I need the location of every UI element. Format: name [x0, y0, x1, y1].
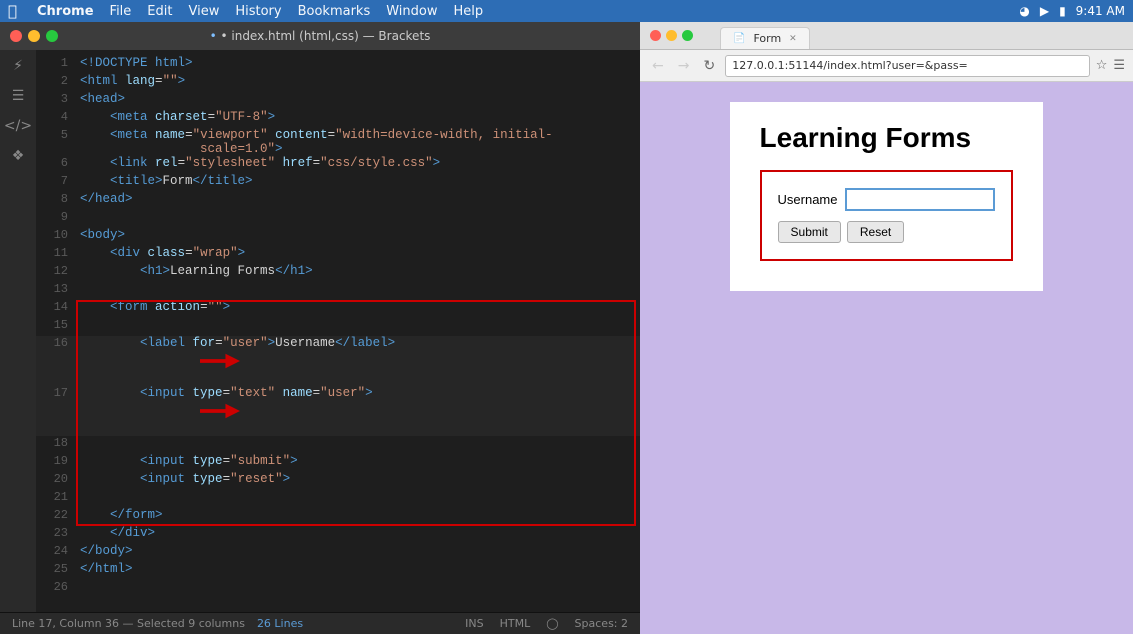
- code-line-18: 18: [36, 436, 640, 454]
- apple-logo-icon: : [8, 2, 17, 20]
- close-button[interactable]: [10, 30, 22, 42]
- menu-edit[interactable]: Edit: [147, 4, 172, 19]
- code-line-1: 1 <!DOCTYPE html>: [36, 56, 640, 74]
- menu-help[interactable]: Help: [454, 4, 484, 19]
- code-icon[interactable]: </>: [4, 118, 32, 134]
- code-line-2: 2 <html lang="">: [36, 74, 640, 92]
- editor-sidebar: ⚡ ☰ </> ❖: [0, 50, 36, 612]
- volume-icon: ▶: [1040, 4, 1049, 18]
- form-preview-box: Username Submit Reset: [760, 170, 1014, 261]
- arrow-line16-icon: [200, 350, 240, 372]
- code-line-25: 25 </html>: [36, 562, 640, 580]
- battery-icon: ▮: [1059, 4, 1066, 18]
- code-line-24: 24 </body>: [36, 544, 640, 562]
- menu-icon[interactable]: ☰: [1113, 58, 1125, 73]
- red-box-region: 14 <form action=""> 15 16 <label for="u: [36, 300, 640, 526]
- status-right: INS HTML ◯ Spaces: 2: [465, 617, 628, 630]
- code-line-4: 4 <meta charset="UTF-8">: [36, 110, 640, 128]
- fullscreen-button[interactable]: [46, 30, 58, 42]
- editor-traffic-lights: [10, 30, 58, 42]
- browser-fullscreen-button[interactable]: [682, 30, 693, 41]
- tab-close-button[interactable]: ✕: [789, 34, 797, 44]
- menu-bar-right-icons: ◕ ▶ ▮ 9:41 AM: [1019, 4, 1125, 18]
- code-line-9: 9: [36, 210, 640, 228]
- reset-button[interactable]: Reset: [847, 221, 904, 243]
- status-bar: Line 17, Column 36 — Selected 9 columns …: [0, 612, 640, 634]
- reload-button[interactable]: ↻: [699, 56, 719, 76]
- code-area[interactable]: 1 <!DOCTYPE html> 2 <html lang=""> 3 <he…: [36, 50, 640, 612]
- code-line-12: 12 <h1>Learning Forms</h1>: [36, 264, 640, 282]
- form-buttons: Submit Reset: [778, 221, 996, 243]
- code-line-26: 26: [36, 580, 640, 598]
- code-line-7: 7 <title>Form</title>: [36, 174, 640, 192]
- code-line-22: 22 </form>: [36, 508, 640, 526]
- browser-minimize-button[interactable]: [666, 30, 677, 41]
- code-line-5: 5 <meta name="viewport" content="width=d…: [36, 128, 640, 156]
- back-button[interactable]: ←: [648, 56, 668, 76]
- username-label: Username: [778, 192, 838, 207]
- code-line-11: 11 <div class="wrap">: [36, 246, 640, 264]
- browser-tab-form[interactable]: 📄 Form ✕: [720, 27, 810, 49]
- cursor-position: Line 17, Column 36 — Selected 9 columns: [12, 617, 245, 630]
- code-line-19: 19 <input type="submit">: [36, 454, 640, 472]
- editor-file-title: • • index.html (html,css) — Brackets: [210, 29, 431, 43]
- layers-icon[interactable]: ☰: [12, 88, 25, 104]
- line-count: 26 Lines: [257, 617, 303, 630]
- browser-content: Learning Forms Username Submit Reset: [640, 82, 1133, 634]
- editor-body: ⚡ ☰ </> ❖ 1 <!DOCTYPE html> 2 <html lang…: [0, 50, 640, 612]
- code-editor[interactable]: 1 <!DOCTYPE html> 2 <html lang=""> 3 <he…: [36, 50, 640, 604]
- browser-traffic-lights: [650, 30, 693, 41]
- lightning-icon[interactable]: ⚡: [13, 58, 23, 74]
- browser-navbar: ← → ↻ 127.0.0.1:51144/index.html?user=&p…: [640, 50, 1133, 82]
- code-line-16: 16 <label for="user">Username</label>: [36, 336, 640, 386]
- menu-bar:  Chrome File Edit View History Bookmark…: [0, 0, 1133, 22]
- code-line-17: 17 <input type="text" name="user">: [36, 386, 640, 436]
- browser-pane: 📄 Form ✕ ← → ↻ 127.0.0.1:51144/index.htm…: [640, 22, 1133, 634]
- browser-titlebar: 📄 Form ✕: [640, 22, 1133, 50]
- code-line-23: 23 </div>: [36, 526, 640, 544]
- url-text: 127.0.0.1:51144/index.html?user=&pass=: [732, 59, 968, 72]
- code-line-14: 14 <form action="">: [36, 300, 640, 318]
- username-input[interactable]: [845, 188, 995, 211]
- code-line-8: 8 </head>: [36, 192, 640, 210]
- tab-title: Form: [753, 32, 781, 45]
- encoding-icon: ◯: [546, 617, 558, 630]
- form-username-row: Username: [778, 188, 996, 211]
- menu-view[interactable]: View: [188, 4, 219, 19]
- code-line-15: 15: [36, 318, 640, 336]
- tab-favicon-icon: 📄: [733, 33, 745, 44]
- wifi-icon: ◕: [1019, 4, 1029, 18]
- spaces-setting[interactable]: Spaces: 2: [575, 617, 628, 630]
- code-line-21: 21: [36, 490, 640, 508]
- web-page: Learning Forms Username Submit Reset: [730, 102, 1044, 291]
- extract-icon[interactable]: ❖: [12, 148, 25, 164]
- menu-file[interactable]: File: [110, 4, 132, 19]
- submit-button[interactable]: Submit: [778, 221, 841, 243]
- html-mode[interactable]: HTML: [500, 617, 531, 630]
- code-line-3: 3 <head>: [36, 92, 640, 110]
- code-line-13: 13: [36, 282, 640, 300]
- page-heading: Learning Forms: [760, 122, 1014, 154]
- menu-bookmarks[interactable]: Bookmarks: [298, 4, 371, 19]
- menu-chrome[interactable]: Chrome: [37, 4, 94, 19]
- browser-close-button[interactable]: [650, 30, 661, 41]
- bookmark-icon[interactable]: ☆: [1096, 58, 1108, 73]
- code-line-10: 10 <body>: [36, 228, 640, 246]
- menu-window[interactable]: Window: [386, 4, 437, 19]
- editor-pane: • • index.html (html,css) — Brackets ⚡ ☰…: [0, 22, 640, 634]
- ins-mode: INS: [465, 617, 483, 630]
- code-line-20: 20 <input type="reset">: [36, 472, 640, 490]
- menu-history[interactable]: History: [235, 4, 281, 19]
- time-display: 9:41 AM: [1076, 4, 1125, 18]
- main-content: • • index.html (html,css) — Brackets ⚡ ☰…: [0, 22, 1133, 634]
- address-bar[interactable]: 127.0.0.1:51144/index.html?user=&pass=: [725, 55, 1089, 77]
- code-line-6: 6 <link rel="stylesheet" href="css/style…: [36, 156, 640, 174]
- minimize-button[interactable]: [28, 30, 40, 42]
- arrow-line17-icon: [200, 400, 240, 422]
- editor-titlebar: • • index.html (html,css) — Brackets: [0, 22, 640, 50]
- forward-button[interactable]: →: [674, 56, 694, 76]
